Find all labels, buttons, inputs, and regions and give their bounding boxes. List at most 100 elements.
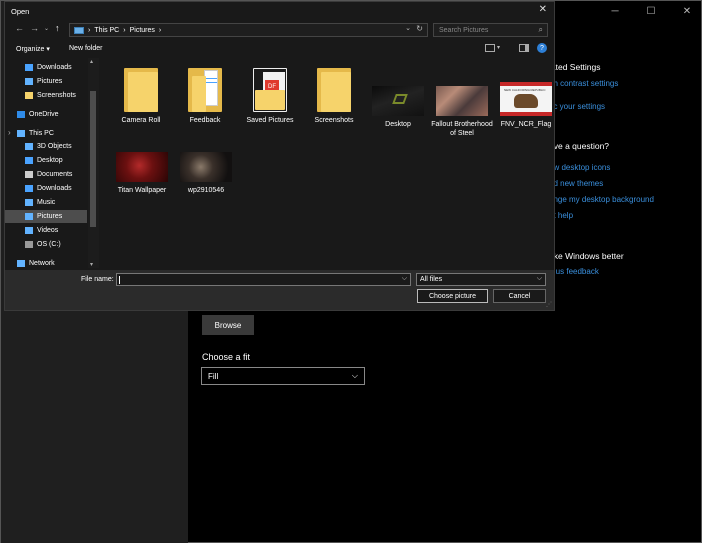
sidebar-item-music[interactable]: Music	[5, 196, 87, 209]
folder-icon	[188, 68, 222, 112]
file-item-titan-wallpaper[interactable]: Titan Wallpaper	[108, 152, 176, 195]
cube-icon	[25, 143, 33, 150]
find-new-themes-link[interactable]: nd new themes	[549, 179, 603, 188]
search-placeholder: Search Pictures	[439, 26, 489, 34]
sidebar-item-label: Videos	[37, 227, 59, 234]
sidebar-item-onedrive[interactable]: OneDrive	[5, 108, 87, 121]
open-dialog: Open ✕ ← → ⌄ ↑ › This PC › Pictures › ⌄ …	[4, 1, 555, 311]
download-icon	[25, 64, 33, 71]
file-name-label: File name:	[81, 276, 114, 283]
choose-picture-button[interactable]: Choose picture	[417, 289, 488, 303]
navigation-bar: ← → ⌄ ↑ › This PC › Pictures › ⌄ ↻ Searc…	[5, 21, 554, 40]
network-icon	[17, 260, 25, 267]
make-windows-better-heading: ake Windows better	[549, 251, 624, 261]
show-desktop-icons-link[interactable]: ow desktop icons	[549, 163, 610, 172]
file-item-wp2910546[interactable]: wp2910546	[172, 152, 240, 195]
chevron-down-icon[interactable]: ⌵	[402, 275, 407, 283]
file-name-input[interactable]: ⌵	[116, 273, 411, 286]
image-thumbnail	[180, 152, 232, 182]
sidebar-item-os-c[interactable]: OS (C:)	[5, 238, 87, 251]
chevron-down-icon: ⌵	[351, 371, 358, 380]
give-feedback-link[interactable]: e us feedback	[549, 267, 599, 276]
help-icon[interactable]: ?	[537, 43, 547, 53]
sidebar-item-pictures[interactable]: Pictures	[5, 75, 87, 88]
file-item-desktop[interactable]: Desktop	[364, 68, 432, 129]
sidebar-item-label: Downloads	[37, 185, 72, 192]
sidebar-item-this-pc[interactable]: This PC	[5, 127, 87, 140]
expand-icon[interactable]: ›	[8, 128, 11, 137]
sidebar-item-label: Screenshots	[37, 92, 76, 99]
sidebar-item-screenshots[interactable]: Screenshots	[5, 89, 87, 102]
fit-select[interactable]: Fill ⌵	[201, 367, 365, 385]
close-icon[interactable]: ✕	[539, 4, 547, 15]
file-item-fallout-brotherhood-of-steel[interactable]: Fallout Brotherhood of Steel	[428, 68, 496, 138]
image-thumbnail	[436, 86, 488, 116]
desktop-icon	[25, 157, 33, 164]
sidebar-item-documents[interactable]: Documents	[5, 168, 87, 181]
file-type-select[interactable]: All files ⌵	[416, 273, 546, 286]
fit-select-value: Fill	[208, 371, 219, 381]
sidebar-item-desktop[interactable]: Desktop	[5, 154, 87, 167]
folder-icon	[124, 68, 158, 112]
maximize-icon[interactable]: ☐	[643, 6, 659, 17]
minimize-icon[interactable]: ─	[607, 6, 623, 17]
breadcrumb-this-pc[interactable]: This PC	[94, 27, 119, 34]
refresh-icon[interactable]: ↻	[416, 24, 423, 33]
search-icon: ⌕	[538, 25, 543, 34]
video-icon	[25, 227, 33, 234]
sidebar-item-videos[interactable]: Videos	[5, 224, 87, 237]
organize-button[interactable]: Organize ▾	[16, 45, 50, 53]
dialog-toolbar: Organize ▾ New folder ▾ ?	[5, 42, 554, 57]
address-bar[interactable]: › This PC › Pictures › ⌄ ↻	[69, 23, 428, 37]
recent-dropdown-icon[interactable]: ⌄	[44, 25, 49, 32]
image-thumbnail: NEW CALIFORNIA REPUBLIC	[500, 82, 552, 116]
question-heading: ave a question?	[549, 141, 610, 151]
file-item-screenshots[interactable]: Screenshots	[300, 68, 368, 125]
folder-icon	[317, 68, 351, 112]
file-item-feedback[interactable]: Feedback	[171, 68, 239, 125]
file-item-fnv-ncr-flag[interactable]: NEW CALIFORNIA REPUBLIC FNV_NCR_Flag	[492, 68, 560, 129]
computer-icon	[17, 130, 25, 137]
chevron-down-icon[interactable]: ⌄	[405, 24, 411, 32]
chevron-down-icon[interactable]: ▾	[497, 44, 500, 51]
choose-fit-label: Choose a fit	[202, 352, 251, 362]
preview-pane-icon[interactable]	[519, 44, 529, 52]
sidebar-item-downloads[interactable]: Downloads	[5, 182, 87, 195]
browse-button[interactable]: Browse	[202, 315, 254, 335]
cancel-button[interactable]: Cancel	[493, 289, 546, 303]
pictures-icon	[25, 78, 33, 85]
file-item-saved-pictures[interactable]: DF Saved Pictures	[236, 68, 304, 125]
forward-icon[interactable]: →	[30, 23, 39, 33]
view-icon[interactable]	[485, 44, 495, 52]
close-icon[interactable]: ✕	[679, 6, 695, 17]
download-icon	[25, 185, 33, 192]
sidebar-item-network[interactable]: Network	[5, 257, 87, 268]
window-controls: ─ ☐ ✕	[607, 6, 695, 17]
up-icon[interactable]: ↑	[55, 23, 60, 33]
sidebar-item-label: Downloads	[37, 64, 72, 71]
sidebar-item-downloads[interactable]: Downloads	[5, 61, 87, 74]
change-background-link[interactable]: ange my desktop background	[549, 195, 654, 204]
new-folder-button[interactable]: New folder	[69, 45, 102, 52]
scroll-up-icon[interactable]: ▴	[90, 58, 93, 65]
pictures-icon	[25, 213, 33, 220]
back-icon[interactable]: ←	[15, 23, 24, 33]
scrollbar-thumb[interactable]	[90, 91, 96, 227]
folder-icon	[25, 92, 33, 99]
chevron-down-icon: ⌵	[536, 275, 542, 282]
breadcrumb-pictures[interactable]: Pictures	[130, 27, 155, 34]
sidebar-item-label: Desktop	[37, 157, 63, 164]
sidebar-item-label: This PC	[29, 130, 54, 137]
navigation-pane: Downloads Pictures Screenshots OneDrive This…	[5, 58, 100, 268]
drive-icon	[25, 241, 33, 248]
scroll-down-icon[interactable]: ▾	[90, 261, 93, 268]
file-item-camera-roll[interactable]: Camera Roll	[107, 68, 175, 125]
sidebar-item-label: OneDrive	[29, 111, 59, 118]
text-caret	[119, 276, 120, 284]
resize-grip-icon[interactable]: ⋰	[546, 301, 552, 308]
search-input[interactable]: Search Pictures ⌕	[433, 23, 548, 37]
sidebar-item-label: OS (C:)	[37, 241, 61, 248]
sidebar-item-3d-objects[interactable]: 3D Objects	[5, 140, 87, 153]
sidebar-item-pictures[interactable]: Pictures	[5, 210, 87, 223]
sidebar-item-label: Network	[29, 260, 55, 267]
